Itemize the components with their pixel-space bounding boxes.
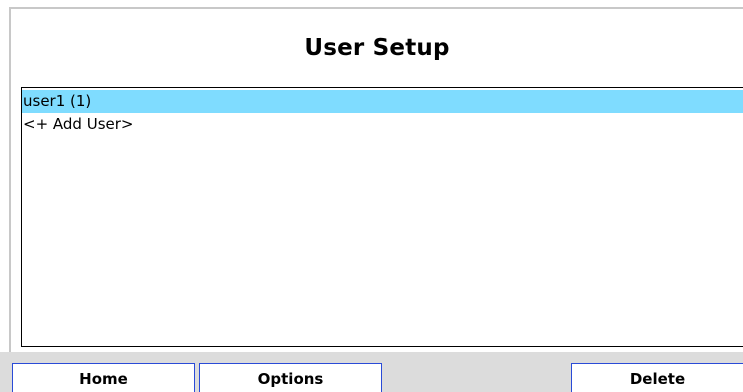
user-setup-screen: User Setup user1 (1) <+ Add User> Home O…	[0, 0, 743, 392]
home-button[interactable]: Home	[12, 363, 195, 392]
delete-button[interactable]: Delete	[571, 363, 743, 392]
list-item-add-user[interactable]: <+ Add User>	[22, 113, 743, 136]
list-item-user1[interactable]: user1 (1)	[22, 90, 743, 113]
user-list[interactable]: user1 (1) <+ Add User>	[21, 87, 743, 347]
frame-border-top	[9, 7, 743, 9]
page-title: User Setup	[304, 35, 450, 61]
options-button[interactable]: Options	[199, 363, 382, 392]
